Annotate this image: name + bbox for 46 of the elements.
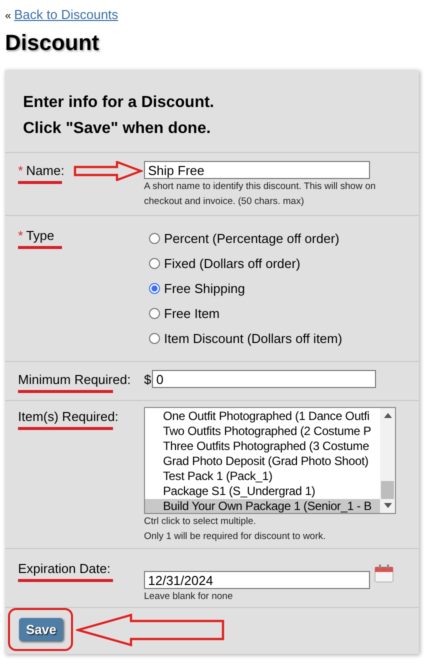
calendar-icon: [374, 564, 394, 582]
radio-button[interactable]: [149, 333, 160, 344]
list-option[interactable]: Build Your Own Package 1 (Senior_1 - B: [145, 499, 380, 513]
list-option[interactable]: Grad Photo Deposit (Grad Photo Shoot): [145, 454, 380, 469]
list-option[interactable]: One Outfit Photographed (1 Dance Outfi: [145, 409, 380, 424]
radio-button[interactable]: [149, 283, 160, 294]
back-link[interactable]: Back to Discounts: [14, 7, 118, 22]
help-text: Leave blank for none: [144, 590, 234, 604]
list-option[interactable]: Two Outfits Photographed (2 Costume P: [145, 424, 380, 439]
required-mark: *: [18, 228, 24, 243]
radio-button[interactable]: [149, 233, 160, 244]
scroll-down-icon: [384, 503, 392, 509]
save-button[interactable]: Save: [19, 618, 64, 641]
radio-label: Free Shipping: [164, 281, 245, 296]
currency-sign: $: [144, 372, 152, 386]
radio-label: Fixed (Dollars off order): [164, 256, 300, 271]
list-option[interactable]: Test Pack 1 (Pack_1): [145, 469, 380, 484]
intro-text: Click "Save" when done.: [23, 119, 211, 139]
radio-button[interactable]: [149, 258, 160, 269]
annotation-arrow: [73, 161, 143, 181]
field-label: Type: [26, 228, 54, 243]
field-label: Minimum Required:: [18, 372, 131, 387]
help-text: Ctrl click to select multiple.: [144, 515, 257, 529]
scrollbar[interactable]: [380, 408, 395, 513]
date-field[interactable]: 12/31/2024: [144, 571, 370, 589]
radio-label: Percent (Percentage off order): [164, 231, 340, 246]
field-label: Item(s) Required:: [18, 409, 118, 424]
name-field[interactable]: Ship Free: [144, 161, 370, 179]
list-option[interactable]: Three Outfits Photographed (3 Costume: [145, 439, 380, 454]
help-text: A short name to identify this discount. This will show on checkout and invoice. (50 chars. max): [144, 180, 377, 209]
amount-field[interactable]: 0: [152, 370, 376, 388]
back-arrow: «: [5, 10, 12, 22]
help-text: Only 1 will be required for discount to work.: [144, 530, 327, 544]
scroll-thumb[interactable]: [381, 481, 394, 499]
list-option[interactable]: Package S1 (S_Undergrad 1): [145, 484, 380, 499]
required-mark: *: [18, 163, 24, 178]
radio-button[interactable]: [149, 308, 160, 319]
radio-label: Free Item: [164, 306, 220, 321]
annotation-underline: [18, 246, 62, 249]
field-label: Name:: [26, 163, 64, 178]
field-label: Expiration Date:: [18, 561, 110, 576]
radio-label: Item Discount (Dollars off item): [164, 331, 342, 346]
page-title: Discount: [5, 30, 100, 56]
scroll-up-icon: [384, 412, 392, 418]
intro-text: Enter info for a Discount.: [23, 93, 214, 113]
annotation-underline: [18, 181, 62, 184]
